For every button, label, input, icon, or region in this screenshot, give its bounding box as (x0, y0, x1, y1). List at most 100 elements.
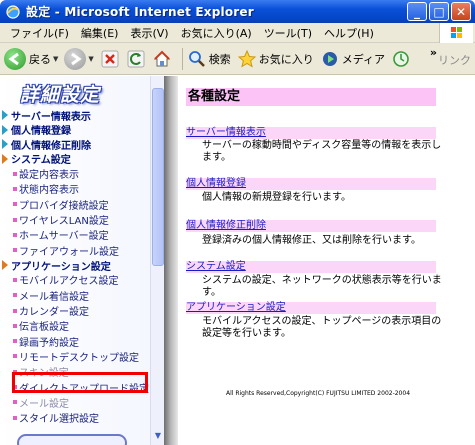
bottom-rounded-button[interactable] (17, 434, 127, 445)
section-description: システムの設定、ネットワークの状態表示等を行います。 (202, 275, 442, 298)
close-button[interactable]: ✕ (451, 2, 471, 21)
sidebar-item-label: 録画予約設定 (19, 337, 79, 349)
sidebar-item-label: システム設定 (11, 155, 71, 167)
main-frame: 各種設定 サーバー情報表示 サーバーの稼動時間やディスク容量等の情報を表示します… (178, 76, 475, 445)
sidebar-subitem[interactable]: ファイアウォール設定 (0, 242, 150, 258)
scroll-down-icon[interactable]: ▼ (152, 431, 164, 443)
sidebar-subitem[interactable]: メール設定 (0, 395, 150, 410)
stop-button[interactable] (100, 49, 120, 69)
media-icon (322, 51, 337, 66)
bullet-icon (13, 323, 17, 328)
section-header: 個人情報修正削除 (186, 220, 436, 232)
sidebar-subitem[interactable]: 状態内容表示 (0, 181, 150, 196)
search-button[interactable]: 検索 (187, 49, 231, 69)
sidebar-item-label: カレンダー設定 (19, 307, 89, 319)
media-button[interactable]: メディア (320, 49, 385, 69)
bullet-icon (13, 308, 17, 313)
sidebar-item[interactable]: 個人情報登録 (0, 123, 150, 138)
sidebar-subitem[interactable]: プロバイダ接続設定 (0, 197, 150, 212)
sidebar-subitem[interactable]: 伝言板設定 (0, 318, 150, 333)
sidebar-subitem[interactable]: 録画予約設定 (0, 333, 150, 349)
sidebar-item-label: ファイアウォール設定 (19, 246, 119, 258)
left-nav-heading: 詳細設定 (20, 84, 101, 106)
sidebar-item-label: リモートデスクトップ設定 (19, 352, 139, 364)
forward-arrow-icon (64, 47, 87, 70)
stop-icon (101, 50, 119, 67)
bullet-icon (13, 232, 17, 237)
page-title: 各種設定 (186, 88, 436, 106)
sidebar-item-label: モバイルアクセス設定 (19, 276, 119, 288)
media-label: メディア (341, 52, 386, 66)
bullet-icon (13, 293, 17, 298)
sidebar-item[interactable]: サーバー情報表示 (0, 108, 150, 123)
sidebar-subitem[interactable]: 設定内容表示 (0, 166, 150, 181)
maximize-button[interactable]: □ (429, 2, 449, 21)
menu-favorites[interactable]: お気に入り(A) (175, 25, 258, 41)
sidebar-subitem[interactable]: メール着信設定 (0, 288, 150, 303)
scrollbar-thumb[interactable] (152, 88, 164, 266)
expanded-arrow-icon (2, 153, 8, 164)
back-button[interactable]: 戻る ▼ (4, 47, 58, 70)
section-header: アプリケーション設定 (186, 302, 436, 314)
collapsed-arrow-icon (2, 124, 8, 135)
bullet-icon (13, 354, 17, 359)
menu-help[interactable]: ヘルプ(H) (318, 25, 380, 41)
favorites-button[interactable]: お気に入り (237, 49, 314, 69)
windows-logo-icon (439, 23, 473, 43)
window-title: 設定 - Microsoft Internet Explorer (26, 5, 254, 19)
section-link-personal-register[interactable]: 個人情報登録 (186, 178, 246, 189)
back-arrow-icon (4, 47, 26, 70)
sidebar-item[interactable]: 個人情報修正削除 (0, 137, 150, 152)
sidebar-subitem[interactable]: スタイル選択設定 (0, 410, 150, 425)
sidebar-item-label: 個人情報修正削除 (11, 140, 91, 152)
sidebar-subitem[interactable]: ワイヤレスLAN設定 (0, 212, 150, 227)
favorites-label: お気に入り (258, 52, 314, 66)
toolbar-more-chevron[interactable]: » (430, 46, 437, 59)
sidebar-item[interactable]: アプリケーション設定 (0, 258, 150, 273)
sidebar-item-label: 状態内容表示 (19, 185, 79, 197)
sidebar-subitem[interactable]: ホームサーバー設定 (0, 227, 150, 242)
sidebar-item-label: サーバー情報表示 (11, 111, 91, 123)
menu-edit[interactable]: 編集(E) (75, 25, 125, 41)
section-link-app-settings[interactable]: アプリケーション設定 (186, 302, 286, 313)
links-label[interactable]: リンク (438, 52, 471, 68)
menu-view[interactable]: 表示(V) (124, 25, 174, 41)
sidebar-item[interactable]: システム設定 (0, 152, 150, 167)
sidebar-item-label: アプリケーション設定 (11, 261, 111, 273)
search-icon (188, 50, 205, 67)
expanded-arrow-icon (2, 260, 8, 271)
left-nav-frame: 詳細設定 サーバー情報表示 個人情報登録個人情報修正削除 システム設定設定内容表示状… (0, 76, 160, 445)
sidebar-subitem[interactable]: リモートデスクトップ設定 (0, 349, 150, 364)
home-button[interactable] (152, 49, 172, 69)
minimize-button[interactable]: _ (407, 2, 427, 21)
page-content: 詳細設定 サーバー情報表示 個人情報登録 個人情報修正削除 システム設定 設定内容表示状… (0, 76, 475, 445)
section-header: 個人情報登録 (186, 178, 436, 190)
toolbar-separator (181, 47, 183, 70)
section-link-server-info[interactable]: サーバー情報表示 (186, 127, 266, 138)
section-link-system-settings[interactable]: システム設定 (186, 261, 246, 272)
collapsed-arrow-icon (2, 110, 8, 121)
copyright-notice: All Rights Reserved,Copyright(C) FUJITSU… (226, 390, 411, 397)
history-icon (393, 50, 409, 67)
section-header: システム設定 (186, 261, 436, 273)
left-scrollbar[interactable]: ▼ (150, 76, 164, 445)
sidebar-item-label: 設定内容表示 (19, 170, 79, 182)
menu-tools[interactable]: ツール(T) (258, 25, 318, 41)
home-icon (153, 50, 170, 66)
highlight-box (12, 372, 148, 393)
sidebar-item-label: 伝言板設定 (19, 322, 69, 334)
sidebar-item-label: 個人情報登録 (11, 126, 71, 138)
refresh-button[interactable] (126, 49, 146, 69)
history-button[interactable] (391, 49, 411, 69)
forward-button[interactable]: ▼ (64, 47, 94, 70)
back-label: 戻る (29, 52, 51, 66)
sidebar-subitem[interactable]: カレンダー設定 (0, 303, 150, 318)
sidebar-subitem[interactable]: モバイルアクセス設定 (0, 272, 150, 287)
chevron-down-icon[interactable]: ▼ (53, 55, 58, 63)
menu-file[interactable]: ファイル(F) (4, 25, 75, 41)
bullet-icon (13, 202, 17, 207)
section-link-personal-edit[interactable]: 個人情報修正削除 (186, 220, 266, 231)
frame-separator (164, 76, 178, 445)
toolbar: 戻る ▼ ▼ 検索 お気に入り メディア » リンク (0, 43, 475, 75)
chevron-down-icon[interactable]: ▼ (88, 55, 93, 63)
